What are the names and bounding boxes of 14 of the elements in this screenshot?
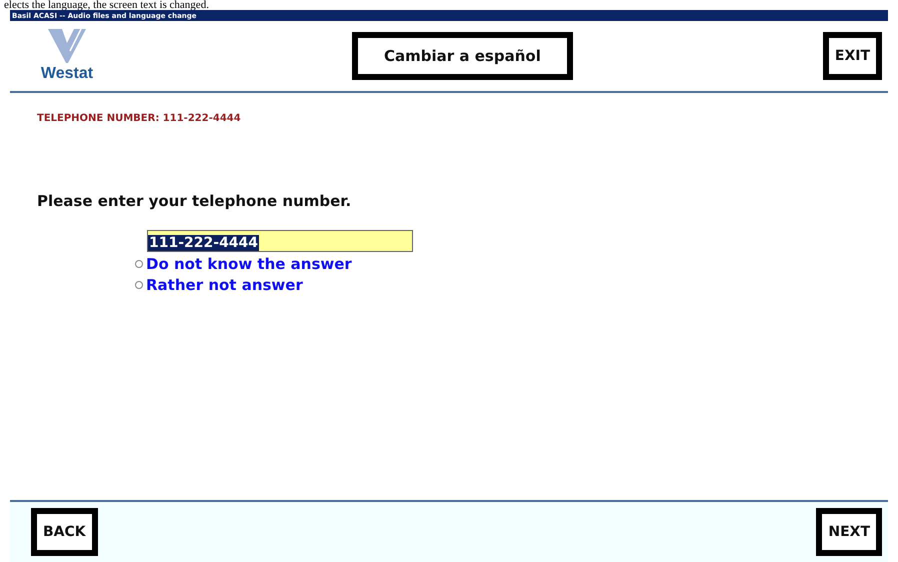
document-caption: elects the language, the screen text is changed. [3,0,210,10]
telephone-label: TELEPHONE NUMBER: 111-222-4444 [37,113,242,124]
radio-button[interactable] [135,281,143,289]
answer-field[interactable]: 111-222-4444 [147,230,413,252]
next-button[interactable]: NEXT [816,508,882,556]
logo-text: Westat [40,65,94,83]
answer-option[interactable]: Rather not answer [135,276,888,294]
answer-option[interactable]: Do not know the answer [135,255,888,273]
radio-button[interactable] [135,260,143,268]
back-button[interactable]: BACK [31,508,98,556]
question-text: Please enter your telephone number. [37,192,352,210]
logo-icon [48,29,86,63]
language-button[interactable]: Cambiar a español [352,32,573,80]
exit-button[interactable]: EXIT [822,32,882,80]
